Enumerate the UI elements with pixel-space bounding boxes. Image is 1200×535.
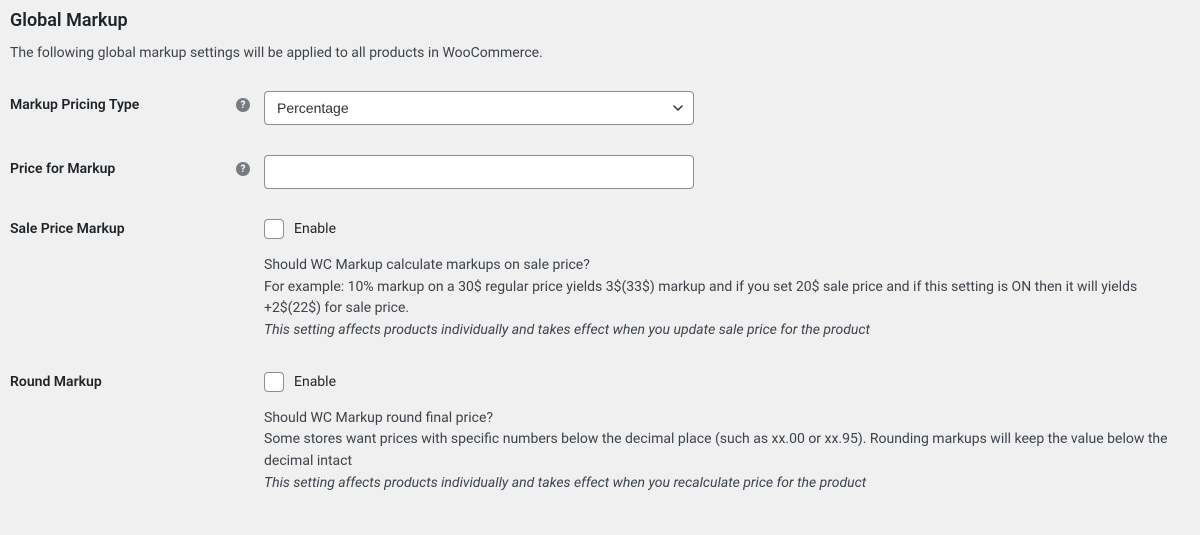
field-col: Percentage xyxy=(264,91,1190,125)
round-markup-label: Round Markup xyxy=(10,374,102,390)
label-col: Round Markup xyxy=(10,372,264,390)
label-col: Markup Pricing Type ? xyxy=(10,91,264,113)
sale-price-markup-checkbox[interactable] xyxy=(264,219,284,239)
select-wrapper: Percentage xyxy=(264,91,694,125)
field-col: Enable Should WC Markup round final pric… xyxy=(264,372,1190,495)
section-description: The following global markup settings wil… xyxy=(10,45,1190,61)
desc-note: This setting affects products individual… xyxy=(264,320,1184,342)
help-icon[interactable]: ? xyxy=(236,162,250,176)
price-for-markup-label: Price for Markup xyxy=(10,161,115,177)
label-col: Price for Markup ? xyxy=(10,155,264,177)
round-markup-enable-label[interactable]: Enable xyxy=(294,374,336,390)
markup-pricing-type-label: Markup Pricing Type xyxy=(10,97,139,113)
round-markup-checkbox[interactable] xyxy=(264,372,284,392)
sale-price-markup-description: Should WC Markup calculate markups on sa… xyxy=(264,255,1184,342)
desc-text: Should WC Markup calculate markups on sa… xyxy=(264,257,590,273)
markup-pricing-type-select[interactable]: Percentage xyxy=(264,91,694,125)
row-sale-price-markup: Sale Price Markup Enable Should WC Marku… xyxy=(10,219,1190,342)
sale-price-markup-enable-label[interactable]: Enable xyxy=(294,221,336,237)
desc-text: Some stores want prices with specific nu… xyxy=(264,431,1168,469)
round-markup-description: Should WC Markup round final price? Some… xyxy=(264,408,1184,495)
field-col xyxy=(264,155,1190,189)
row-markup-pricing-type: Markup Pricing Type ? Percentage xyxy=(10,91,1190,125)
section-title: Global Markup xyxy=(10,10,1190,31)
row-price-for-markup: Price for Markup ? xyxy=(10,155,1190,189)
label-col: Sale Price Markup xyxy=(10,219,264,237)
checkbox-row: Enable xyxy=(264,372,1190,392)
desc-note: This setting affects products individual… xyxy=(264,473,1184,495)
price-for-markup-input[interactable] xyxy=(264,155,694,189)
desc-text: Should WC Markup round final price? xyxy=(264,410,493,426)
sale-price-markup-label: Sale Price Markup xyxy=(10,221,125,237)
row-round-markup: Round Markup Enable Should WC Markup rou… xyxy=(10,372,1190,495)
checkbox-row: Enable xyxy=(264,219,1190,239)
desc-text: For example: 10% markup on a 30$ regular… xyxy=(264,279,1137,317)
help-icon[interactable]: ? xyxy=(236,98,250,112)
field-col: Enable Should WC Markup calculate markup… xyxy=(264,219,1190,342)
